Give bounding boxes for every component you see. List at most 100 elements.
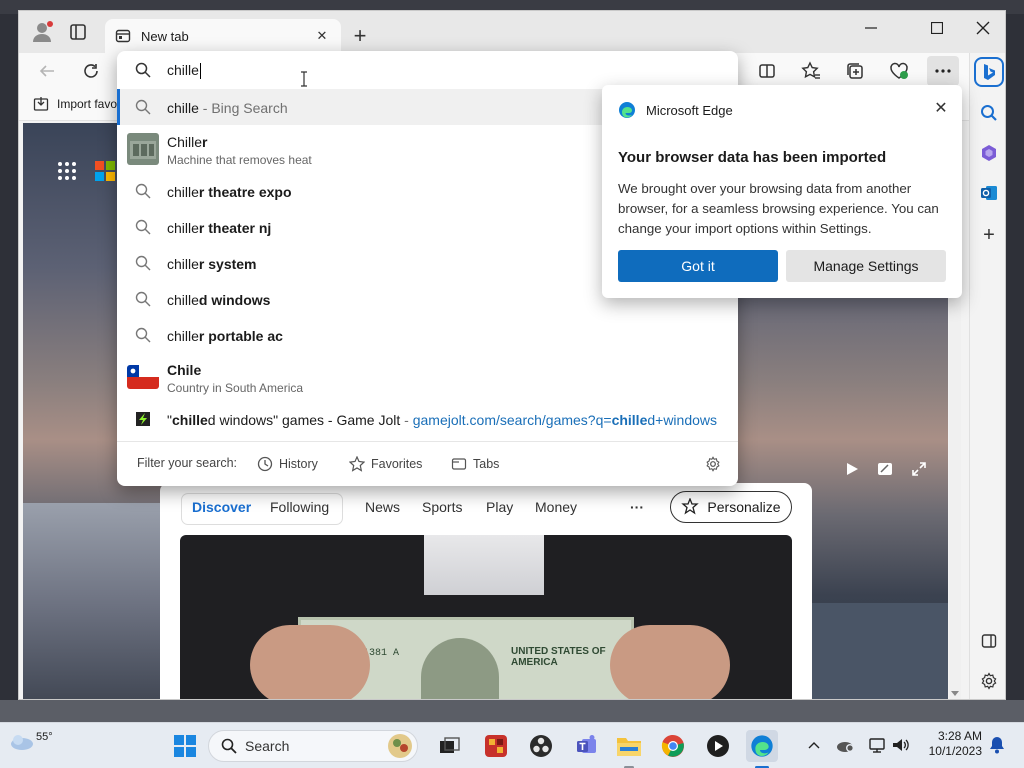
search-settings-icon[interactable] bbox=[705, 456, 721, 472]
play-background-icon[interactable] bbox=[841, 458, 863, 480]
bing-chat-icon[interactable] bbox=[974, 57, 1004, 87]
filter-label: Filter your search: bbox=[137, 456, 238, 470]
sidebar-settings-icon[interactable] bbox=[975, 667, 1003, 695]
left-hand bbox=[250, 625, 370, 699]
settings-more-icon[interactable] bbox=[927, 56, 959, 86]
media-player-icon[interactable] bbox=[702, 730, 734, 762]
chile-flag-icon bbox=[127, 365, 159, 389]
filter-favorites-button[interactable]: Favorites bbox=[349, 456, 422, 472]
network-icon[interactable] bbox=[866, 734, 888, 756]
edge-logo-icon bbox=[619, 102, 635, 118]
file-explorer-icon[interactable] bbox=[613, 730, 645, 768]
collections-icon[interactable] bbox=[839, 56, 871, 86]
task-view-icon[interactable] bbox=[434, 730, 466, 762]
feed-more-icon[interactable]: ··· bbox=[630, 499, 644, 515]
filter-tabs-button[interactable]: Tabs bbox=[451, 456, 499, 472]
history-icon bbox=[257, 456, 273, 472]
import-icon bbox=[33, 97, 49, 111]
windows-taskbar: 55° Search 3:28 AM 10/1/2023 bbox=[0, 722, 1024, 768]
star-icon bbox=[349, 456, 365, 472]
add-sidebar-app-icon[interactable]: + bbox=[975, 221, 1003, 249]
split-screen-icon[interactable] bbox=[751, 56, 783, 86]
flyout-body: We brought over your browsing data from … bbox=[618, 181, 939, 236]
personalize-label: Personalize bbox=[707, 499, 781, 515]
weather-cloud-icon bbox=[11, 735, 33, 750]
tab-following[interactable]: Following bbox=[270, 499, 329, 515]
tab-news[interactable]: News bbox=[365, 499, 400, 515]
refresh-button[interactable] bbox=[75, 56, 107, 86]
obs-studio-icon[interactable] bbox=[525, 730, 557, 762]
system-clock[interactable]: 3:28 AM 10/1/2023 bbox=[922, 729, 982, 759]
close-window-button[interactable] bbox=[961, 13, 1005, 43]
expand-background-icon[interactable] bbox=[908, 458, 930, 480]
search-icon bbox=[221, 738, 237, 754]
browser-essentials-icon[interactable] bbox=[883, 56, 915, 86]
tabs-icon bbox=[451, 458, 467, 470]
import-favorites-label: Import favo bbox=[57, 97, 118, 111]
outlook-icon[interactable] bbox=[975, 179, 1003, 207]
apps-launcher-icon[interactable] bbox=[57, 161, 77, 184]
news-feed: Discover Following News Sports Play Mone… bbox=[160, 483, 812, 699]
data-imported-flyout: Microsoft Edge ✕ Your browser data has b… bbox=[602, 85, 962, 298]
workspaces-icon[interactable] bbox=[63, 17, 93, 47]
edge-taskbar-icon[interactable] bbox=[746, 730, 778, 768]
shirt-collar bbox=[424, 535, 544, 595]
right-hand bbox=[610, 625, 730, 699]
tab-play[interactable]: Play bbox=[486, 499, 513, 515]
suggestion-site-gamejolt[interactable]: "chilled windows" games - Game Jolt - ga… bbox=[117, 401, 738, 437]
personalize-icon bbox=[681, 498, 700, 515]
tab-new-tab[interactable]: New tab ✕ bbox=[105, 19, 341, 53]
manage-settings-button[interactable]: Manage Settings bbox=[786, 250, 946, 282]
game-app-icon[interactable] bbox=[480, 730, 512, 762]
suggestion-search[interactable]: chiller portable ac bbox=[117, 317, 738, 353]
favorites-icon[interactable] bbox=[795, 56, 827, 86]
close-icon[interactable]: ✕ bbox=[932, 99, 950, 117]
weather-temperature: 55° bbox=[36, 731, 53, 743]
onedrive-status-icon[interactable] bbox=[834, 734, 856, 756]
tab-sports[interactable]: Sports bbox=[422, 499, 462, 515]
teams-icon[interactable] bbox=[571, 730, 603, 762]
office-icon[interactable] bbox=[975, 139, 1003, 167]
taskbar-search-box[interactable]: Search bbox=[208, 730, 418, 762]
back-button[interactable] bbox=[31, 56, 63, 86]
search-icon[interactable] bbox=[975, 99, 1003, 127]
bill-portrait bbox=[421, 638, 499, 699]
maximize-button[interactable] bbox=[915, 13, 959, 43]
address-bar-input[interactable]: chille bbox=[117, 51, 738, 89]
clock-time: 3:28 AM bbox=[937, 729, 982, 743]
new-tab-button[interactable]: + bbox=[347, 23, 373, 49]
address-bar-text: chille bbox=[167, 62, 199, 78]
volume-icon[interactable] bbox=[890, 734, 912, 756]
new-tab-page-icon bbox=[115, 28, 131, 44]
search-icon bbox=[135, 183, 151, 199]
profile-icon[interactable] bbox=[27, 17, 57, 47]
customize-background-icon[interactable] bbox=[874, 458, 896, 480]
show-hidden-icons-chevron-up-icon[interactable] bbox=[803, 734, 825, 756]
featured-article-image[interactable]: FJ 60781381 A J10 UNITED STATES OF AMERI… bbox=[180, 535, 792, 699]
hide-sidebar-icon[interactable] bbox=[975, 627, 1003, 655]
tab-strip: New tab ✕ + bbox=[19, 11, 1005, 53]
background-town-image bbox=[23, 503, 173, 699]
microsoft-logo-icon bbox=[95, 161, 115, 181]
tab-title: New tab bbox=[141, 28, 189, 44]
search-icon bbox=[135, 327, 151, 343]
tab-close-icon[interactable]: ✕ bbox=[313, 28, 331, 44]
flyout-header: Microsoft Edge bbox=[618, 101, 733, 119]
got-it-button[interactable]: Got it bbox=[618, 250, 778, 282]
clock-date: 10/1/2023 bbox=[928, 744, 982, 758]
filter-history-button[interactable]: History bbox=[257, 456, 318, 472]
chrome-icon[interactable] bbox=[657, 730, 689, 762]
import-favorites-button[interactable]: Import favo bbox=[33, 96, 117, 112]
search-icon bbox=[135, 255, 151, 271]
suggestion-entity-chile[interactable]: Chile Country in South America bbox=[117, 353, 738, 401]
gamejolt-icon bbox=[136, 412, 150, 426]
personalize-button[interactable]: Personalize bbox=[670, 491, 792, 523]
search-icon bbox=[135, 99, 151, 115]
minimize-button[interactable] bbox=[849, 13, 893, 43]
tab-money[interactable]: Money bbox=[535, 499, 577, 515]
tab-discover[interactable]: Discover bbox=[192, 499, 251, 515]
notification-bell-icon[interactable] bbox=[986, 734, 1008, 756]
search-icon bbox=[135, 291, 151, 307]
start-button[interactable] bbox=[169, 730, 201, 762]
weather-widget[interactable]: 55° bbox=[8, 731, 53, 751]
